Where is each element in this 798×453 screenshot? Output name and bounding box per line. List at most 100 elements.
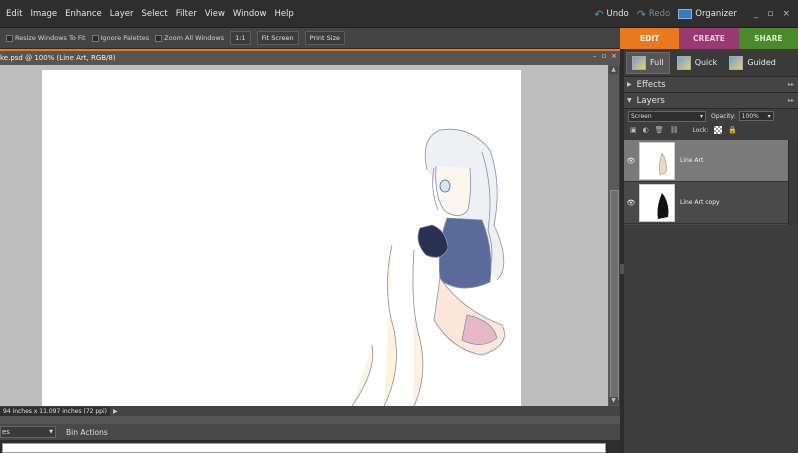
layer-thumb-art — [659, 151, 667, 175]
layer-name: Line Art — [680, 157, 704, 164]
redo-icon: ↷ — [636, 7, 646, 21]
scroll-up-icon[interactable]: ▲ — [609, 66, 618, 74]
undo-label: Undo — [606, 9, 629, 19]
menu-help[interactable]: Help — [270, 9, 297, 19]
layer-row-line-art[interactable]: 👁 Line Art — [624, 140, 788, 182]
canvas-vertical-scrollbar[interactable]: ▲ ▼ — [608, 65, 619, 406]
scroll-down-icon[interactable]: ▼ — [609, 397, 618, 405]
menu-enhance[interactable]: Enhance — [61, 9, 106, 19]
menu-select[interactable]: Select — [137, 9, 171, 19]
layer-thumbnail — [639, 183, 675, 222]
document-canvas[interactable] — [42, 70, 521, 407]
close-button[interactable]: × — [782, 9, 790, 19]
scrollbar-thumb[interactable] — [610, 190, 619, 400]
menu-image[interactable]: Image — [26, 9, 61, 19]
document-size-status: 94 inches x 11.097 inches (72 ppi) — [0, 406, 111, 416]
restore-button[interactable]: ▫ — [767, 9, 773, 19]
canvas-area[interactable] — [0, 65, 608, 407]
layer-tools-row: ▣ ◐ 🗑 ⛓ Lock: 🔒 — [624, 123, 798, 137]
print-size-button[interactable]: Print Size — [304, 31, 345, 45]
layers-title: Layers — [636, 95, 665, 106]
chevron-down-icon: ▼ — [49, 429, 53, 435]
guided-edit-icon — [729, 55, 744, 70]
menu-filter[interactable]: Filter — [172, 9, 201, 19]
bin-show-select[interactable]: es ▼ — [0, 426, 56, 438]
layers-empty-area — [624, 225, 798, 453]
document-title: ke.psd @ 100% (Line Art, RGB/8) — [0, 54, 116, 62]
bin-actions-menu[interactable]: Bin Actions — [66, 428, 108, 437]
doc-close-icon[interactable]: × — [611, 52, 617, 60]
redo-button[interactable]: ↷ Redo — [637, 8, 671, 21]
layers-list: 👁 Line Art 👁 Line Art copy — [624, 140, 798, 225]
adjustment-layer-icon[interactable]: ◐ — [643, 126, 649, 134]
menu-right-group: ↶ Undo ↷ Redo Organizer _ ▫ × — [594, 0, 798, 28]
quick-fix-icon — [676, 55, 691, 70]
opacity-label: Opacity: — [711, 112, 736, 120]
actual-pixels-button[interactable]: 1:1 — [230, 31, 251, 45]
bin-select-value: es — [2, 428, 10, 436]
document-title-bar[interactable]: ke.psd @ 100% (Line Art, RGB/8) – ▫ × — [0, 49, 620, 65]
visibility-eye-icon[interactable]: 👁 — [624, 157, 638, 165]
new-layer-icon[interactable]: ▣ — [630, 126, 637, 134]
layer-row-line-art-copy[interactable]: 👁 Line Art copy — [624, 182, 788, 224]
zoom-all-windows-option[interactable]: Zoom All Windows — [155, 34, 224, 42]
opacity-value: 100% — [741, 112, 759, 120]
menu-layer[interactable]: Layer — [106, 9, 138, 19]
menu-edit[interactable]: Edit — [0, 9, 26, 19]
ignore-palettes-option[interactable]: Ignore Palettes — [91, 34, 150, 42]
blend-mode-value: Screen — [631, 112, 652, 120]
opacity-input[interactable]: 100% ▾ — [738, 111, 774, 121]
doc-minimize-icon[interactable]: – — [593, 52, 597, 60]
resize-windows-option[interactable]: Resize Windows To Fit — [6, 34, 86, 42]
mode-tabs: EDIT CREATE SHARE — [620, 28, 798, 49]
line-art-illustration — [351, 128, 505, 407]
blend-mode-select[interactable]: Screen ▾ — [628, 110, 706, 122]
checkbox-icon — [91, 34, 99, 42]
project-bin-area[interactable] — [0, 440, 620, 453]
checkbox-icon — [155, 34, 163, 42]
fit-screen-button[interactable]: Fit Screen — [256, 31, 299, 45]
zoom-all-windows-label: Zoom All Windows — [164, 34, 225, 42]
trash-icon[interactable]: 🗑 — [655, 126, 664, 134]
menu-view[interactable]: View — [201, 9, 229, 19]
layers-panel-header[interactable]: ▼ Layers ▸▸ — [624, 93, 798, 109]
panel-menu-icon[interactable]: ▸▸ — [788, 81, 794, 88]
tool-options-bar: Resize Windows To Fit Ignore Palettes Zo… — [0, 28, 620, 49]
lock-transparency-icon[interactable] — [714, 126, 723, 134]
full-edit-label: Full — [650, 58, 664, 67]
effects-title: Effects — [636, 79, 666, 90]
full-edit-icon — [632, 55, 646, 70]
link-icon[interactable]: ⛓ — [670, 126, 679, 134]
status-menu-icon[interactable]: ▶ — [113, 408, 118, 415]
visibility-eye-icon[interactable]: 👁 — [624, 199, 638, 207]
tab-share[interactable]: SHARE — [738, 28, 798, 49]
bin-thumbnail-strip — [2, 443, 606, 453]
effects-panel-header[interactable]: ▶ Effects ▸▸ — [624, 77, 798, 93]
project-bin-divider[interactable] — [0, 416, 620, 424]
doc-restore-icon[interactable]: ▫ — [601, 52, 606, 60]
organizer-icon — [678, 9, 693, 19]
resize-windows-label: Resize Windows To Fit — [15, 34, 86, 42]
chevron-down-icon: ▾ — [699, 112, 703, 120]
menu-window[interactable]: Window — [229, 9, 271, 19]
layers-scrollbar[interactable] — [788, 140, 798, 225]
undo-button[interactable]: ↶ Undo — [594, 8, 628, 21]
tab-quick-fix[interactable]: Quick — [672, 53, 723, 73]
ignore-palettes-label: Ignore Palettes — [100, 34, 150, 42]
edit-mode-subtabs: Full Quick Guided — [624, 49, 798, 77]
panel-bin: Full Quick Guided ▶ Effects ▸▸ ▼ Layers … — [620, 49, 798, 453]
layer-thumbnail — [639, 141, 675, 180]
chevron-down-icon: ▾ — [767, 112, 771, 120]
organizer-label: Organizer — [695, 9, 737, 19]
tab-guided-edit[interactable]: Guided — [724, 53, 781, 73]
layer-name: Line Art copy — [680, 199, 720, 206]
redo-label: Redo — [648, 9, 671, 19]
layer-options-row: Screen ▾ Opacity: 100% ▾ — [624, 109, 798, 123]
lock-icon[interactable]: 🔒 — [728, 126, 737, 134]
minimize-button[interactable]: _ — [754, 9, 759, 19]
organizer-button[interactable]: Organizer — [678, 9, 737, 19]
panel-menu-icon[interactable]: ▸▸ — [788, 97, 794, 104]
tab-create[interactable]: CREATE — [679, 28, 739, 49]
tab-edit[interactable]: EDIT — [620, 28, 680, 49]
tab-full-edit[interactable]: Full — [626, 51, 670, 74]
